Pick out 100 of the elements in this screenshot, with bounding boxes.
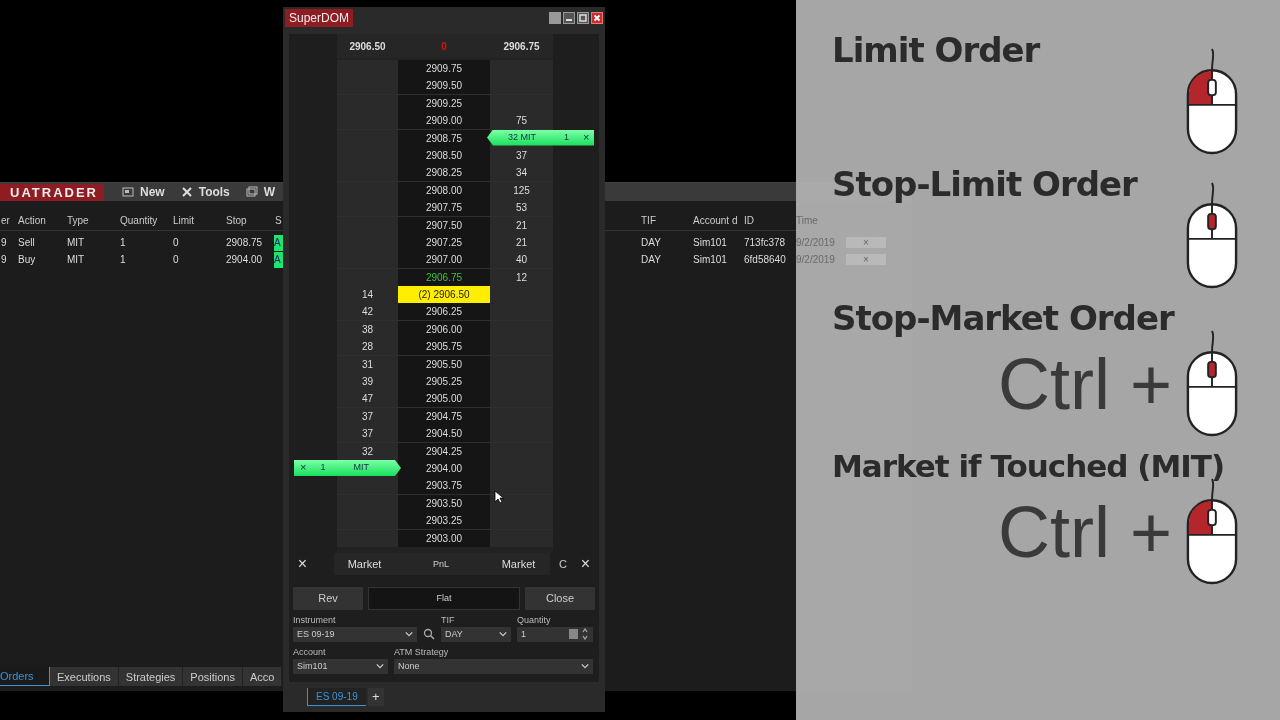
bid-cell[interactable] bbox=[337, 251, 398, 269]
search-icon[interactable] bbox=[423, 627, 435, 640]
ask-cell[interactable] bbox=[490, 477, 553, 495]
app-logo: UATRADER bbox=[0, 183, 104, 201]
tab[interactable]: Acco bbox=[243, 667, 283, 686]
tif-dropdown[interactable]: DAY bbox=[441, 626, 511, 642]
cancel-order-button[interactable]: × bbox=[583, 129, 590, 147]
price-cell[interactable]: 2905.25 bbox=[398, 373, 490, 391]
market-button[interactable]: Market bbox=[487, 557, 550, 570]
c-button[interactable]: C bbox=[554, 557, 572, 570]
quantity-field[interactable]: 1 bbox=[517, 626, 593, 642]
bid-cell[interactable]: 14 bbox=[337, 286, 398, 304]
column-header[interactable]: Type bbox=[67, 214, 89, 226]
price-cell[interactable]: 2909.75 bbox=[398, 60, 490, 77]
ask-cell[interactable] bbox=[490, 303, 553, 321]
instrument-dropdown[interactable]: ES 09-19 bbox=[293, 626, 417, 642]
atm-strategy-dropdown[interactable]: None bbox=[394, 658, 593, 674]
close-button[interactable]: × bbox=[572, 554, 599, 573]
bid-cell[interactable] bbox=[337, 199, 398, 217]
maximize-icon[interactable] bbox=[577, 12, 589, 24]
column-header[interactable]: TIF bbox=[641, 214, 656, 226]
chevron-icon[interactable] bbox=[499, 631, 507, 638]
add-tab-button[interactable]: + bbox=[367, 687, 384, 706]
column-header[interactable]: Action bbox=[18, 214, 46, 226]
price-cell[interactable]: 2908.25 bbox=[398, 164, 490, 182]
ask-cell[interactable] bbox=[490, 77, 553, 95]
column-header[interactable]: er bbox=[1, 214, 10, 226]
bid-cell[interactable]: 47 bbox=[337, 390, 398, 408]
bid-cell[interactable]: 37 bbox=[337, 425, 398, 443]
toolbar-button[interactable]: W bbox=[263, 185, 286, 199]
price-cell[interactable]: 2906.25 bbox=[398, 303, 490, 321]
bid-cell[interactable] bbox=[337, 512, 398, 530]
column-header[interactable]: Quantity bbox=[120, 214, 158, 226]
price-cell[interactable]: 2909.00 bbox=[398, 112, 490, 130]
windows-icon[interactable] bbox=[245, 186, 258, 198]
bid-cell[interactable] bbox=[337, 112, 398, 130]
account-dropdown[interactable]: Sim101 bbox=[293, 658, 388, 674]
ask-cell[interactable]: 75 bbox=[490, 112, 553, 130]
bid-cell[interactable]: 39 bbox=[337, 373, 398, 391]
price-cell[interactable]: 2903.75 bbox=[398, 477, 490, 495]
minimize-icon[interactable] bbox=[563, 12, 575, 24]
order-tag[interactable]: 32 MIT 1 × bbox=[487, 129, 594, 146]
close-icon[interactable] bbox=[591, 12, 603, 24]
bid-cell[interactable]: 42 bbox=[337, 303, 398, 321]
column-header[interactable]: Limit bbox=[173, 214, 195, 226]
ask-cell[interactable] bbox=[490, 425, 553, 443]
table-cell: 9 bbox=[1, 237, 7, 248]
window-icon[interactable] bbox=[122, 186, 134, 198]
order-tag[interactable]: × 1 MIT bbox=[294, 460, 401, 476]
flat-button[interactable]: Flat bbox=[368, 586, 520, 610]
price-cell[interactable]: 2905.00 bbox=[398, 390, 490, 408]
cancel-cell: × bbox=[846, 254, 886, 265]
tab[interactable]: Executions bbox=[50, 667, 119, 686]
order-label: MIT bbox=[353, 461, 369, 475]
chevron-icon[interactable] bbox=[581, 663, 589, 670]
column-header[interactable]: Account d bbox=[693, 214, 738, 226]
ask-cell[interactable]: 34 bbox=[490, 164, 553, 182]
column-header[interactable]: Stop bbox=[226, 214, 247, 226]
ask-cell[interactable] bbox=[490, 390, 553, 408]
column-header[interactable]: S bbox=[275, 214, 282, 226]
toolbar-button[interactable]: New bbox=[140, 185, 175, 199]
ask-cell[interactable]: 40 bbox=[490, 251, 553, 269]
tab[interactable]: Strategies bbox=[118, 667, 184, 686]
table-cell: Sim101 bbox=[693, 254, 727, 265]
market-button[interactable]: Market bbox=[334, 557, 395, 570]
column-header[interactable]: ID bbox=[744, 214, 754, 226]
close-position-button[interactable]: Close bbox=[525, 586, 595, 610]
price-cell[interactable]: 2907.00 bbox=[398, 251, 490, 269]
chevron-icon[interactable] bbox=[405, 631, 413, 638]
price-cell[interactable]: 2909.50 bbox=[398, 77, 490, 95]
bid-cell[interactable] bbox=[337, 477, 398, 495]
tab[interactable]: Positions bbox=[183, 667, 243, 686]
close-button[interactable]: × bbox=[289, 554, 316, 573]
order-type-title: Stop-Market Order bbox=[832, 297, 1176, 340]
ask-cell[interactable] bbox=[490, 512, 553, 530]
toolbar-button[interactable]: Tools bbox=[198, 185, 240, 199]
bid-cell[interactable]: 28 bbox=[337, 338, 398, 356]
instrument-tab[interactable]: ES 09-19 bbox=[307, 687, 366, 706]
ask-cell[interactable]: 53 bbox=[490, 199, 553, 217]
tab[interactable]: Orders bbox=[0, 667, 50, 686]
price-cell[interactable]: 2904.50 bbox=[398, 425, 490, 443]
chevron-icon[interactable] bbox=[376, 663, 384, 670]
price-cell[interactable]: 2903.25 bbox=[398, 512, 490, 530]
field-label: TIF bbox=[441, 614, 456, 625]
order-label: 32 MIT bbox=[508, 131, 536, 145]
ask-cell[interactable] bbox=[490, 338, 553, 356]
modifier-key-label: Ctrl + bbox=[997, 491, 1172, 573]
price-cell[interactable]: 2907.75 bbox=[398, 199, 490, 217]
current-price-cell[interactable]: (2) 2906.50 bbox=[398, 286, 490, 304]
bid-cell[interactable] bbox=[337, 77, 398, 95]
spinner-icon[interactable] bbox=[569, 628, 589, 641]
table-cell: 0 bbox=[173, 237, 179, 248]
price-cell[interactable]: 2905.75 bbox=[398, 338, 490, 356]
bid-cell[interactable] bbox=[337, 164, 398, 182]
cancel-order-button[interactable]: × bbox=[300, 459, 307, 477]
table-cell: DAY bbox=[641, 237, 661, 248]
cancel-cell: × bbox=[846, 237, 886, 248]
order-type-title: Limit Order bbox=[832, 29, 1042, 72]
rev-button[interactable]: Rev bbox=[293, 586, 363, 610]
pnl-label: PnL bbox=[432, 558, 450, 569]
